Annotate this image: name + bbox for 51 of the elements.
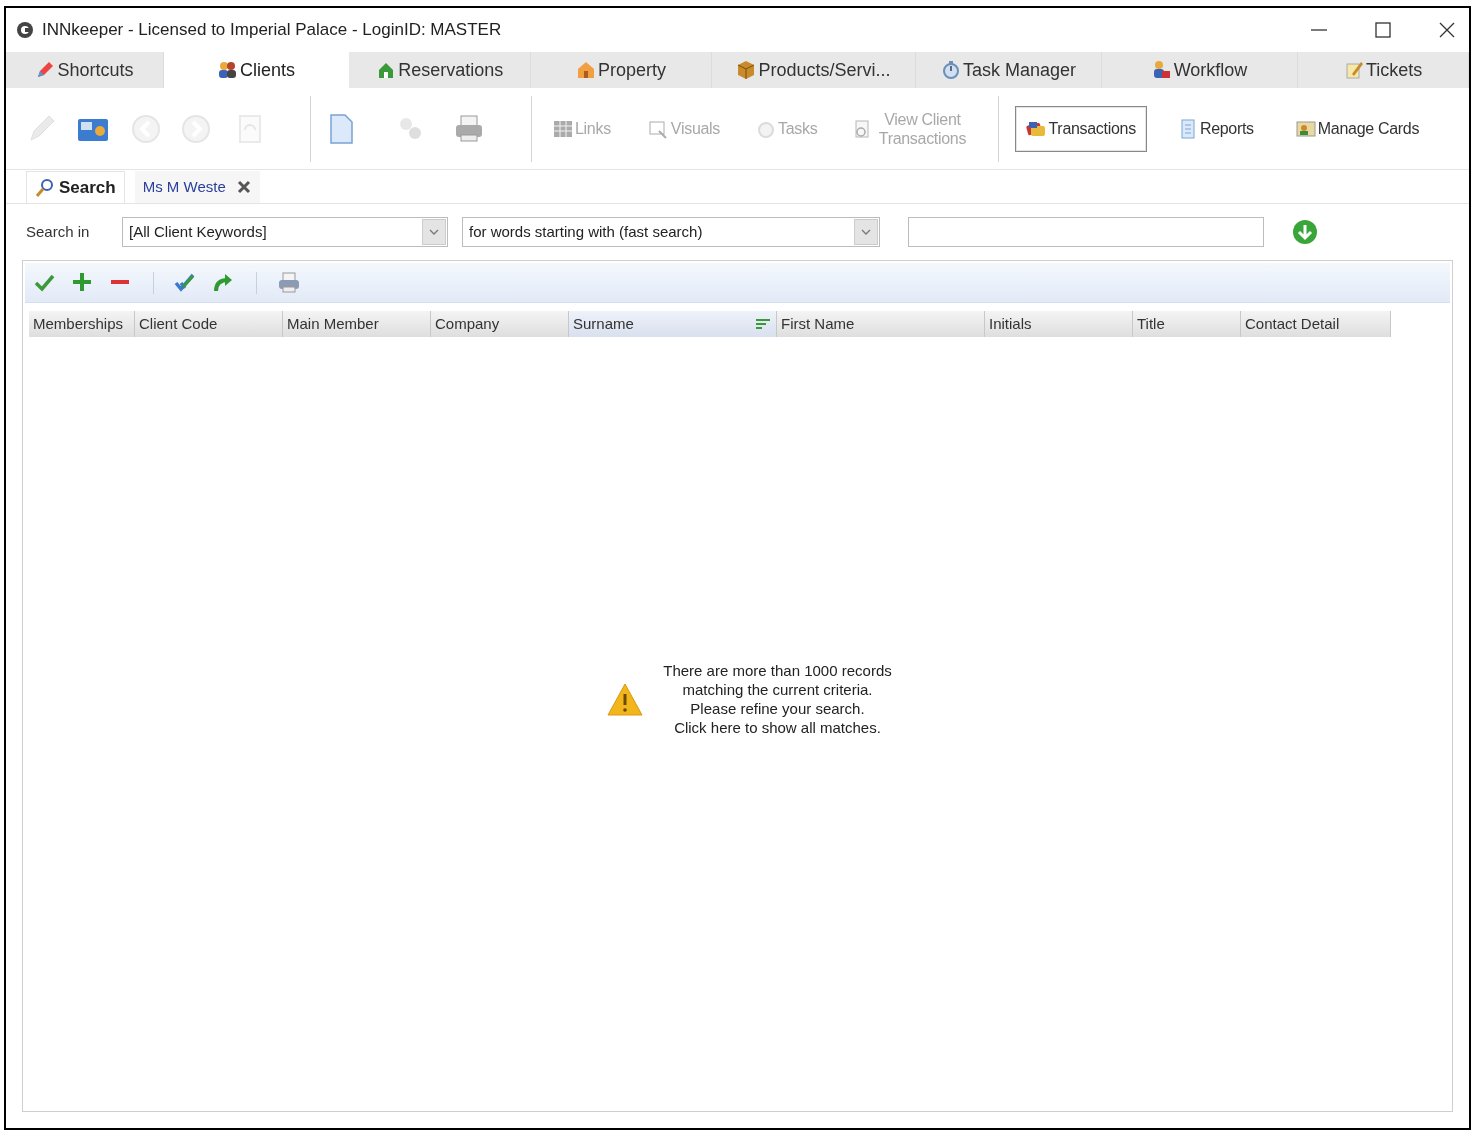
tab[interactable]: Property xyxy=(531,52,712,88)
tab[interactable]: Clients xyxy=(163,52,350,88)
message-text: matching the current criteria. xyxy=(682,680,873,699)
toolbar-button[interactable]: Transactions xyxy=(1015,105,1147,152)
message-text: Please refine your search. xyxy=(690,699,865,718)
chevron-down-icon[interactable] xyxy=(860,227,872,237)
maximize-icon[interactable] xyxy=(1373,21,1393,39)
search-mode-dropdown[interactable]: for words starting with (fast search) xyxy=(462,217,880,247)
toolbar-button[interactable]: Manage Cards xyxy=(1284,105,1431,152)
column-header[interactable]: Client Code xyxy=(135,311,283,337)
warning-icon xyxy=(607,682,644,716)
column-header[interactable]: First Name xyxy=(777,311,985,337)
app-logo-icon xyxy=(16,21,34,39)
tab[interactable]: Workflow xyxy=(1101,52,1299,88)
note-pencil-icon xyxy=(1344,60,1365,80)
column-header[interactable]: Contact Detail xyxy=(1241,311,1391,337)
column-header[interactable]: Main Member xyxy=(283,311,431,337)
sort-icon xyxy=(754,317,772,331)
box-icon xyxy=(736,60,757,80)
chevron-down-icon[interactable] xyxy=(428,227,440,237)
tab[interactable]: Shortcuts xyxy=(6,52,164,88)
toolbar-button[interactable]: Reports xyxy=(1166,105,1265,152)
magnifier-page-icon xyxy=(648,118,669,139)
message-text: There are more than 1000 records xyxy=(663,661,892,680)
house-icon xyxy=(576,60,596,80)
tab[interactable]: Task Manager xyxy=(916,52,1102,88)
column-header[interactable]: Company xyxy=(431,311,569,337)
subtab[interactable]: Search xyxy=(26,171,125,203)
search-in-label: Search in xyxy=(26,221,91,242)
close-icon[interactable] xyxy=(1437,21,1457,39)
column-header[interactable]: Title xyxy=(1133,311,1241,337)
tab[interactable]: Tickets xyxy=(1298,52,1469,88)
printer-icon xyxy=(453,112,485,145)
tab[interactable]: Products/Servi... xyxy=(711,52,917,88)
close-icon[interactable] xyxy=(235,179,252,195)
show-all-link[interactable]: Click here to show all matches. xyxy=(674,718,881,737)
column-header[interactable]: Memberships xyxy=(29,311,135,337)
printer-icon[interactable] xyxy=(277,270,301,295)
search-field[interactable] xyxy=(908,217,1264,247)
id-card-icon xyxy=(1295,118,1316,139)
pencil-icon xyxy=(35,60,56,80)
person-chart-icon xyxy=(1151,60,1172,80)
column-header[interactable]: Surname xyxy=(569,311,777,337)
grid-icon xyxy=(553,118,573,139)
tab[interactable]: Reservations xyxy=(349,52,532,88)
search-in-dropdown[interactable]: [All Client Keywords] xyxy=(122,217,448,247)
window-title: INNkeeper - Licensed to Imperial Palace - LoginID: MASTER xyxy=(42,19,502,42)
search-icon xyxy=(35,177,55,198)
people-icon xyxy=(217,60,238,80)
subtab[interactable]: Ms M Weste xyxy=(134,171,260,203)
column-header[interactable]: Initials xyxy=(985,311,1133,337)
